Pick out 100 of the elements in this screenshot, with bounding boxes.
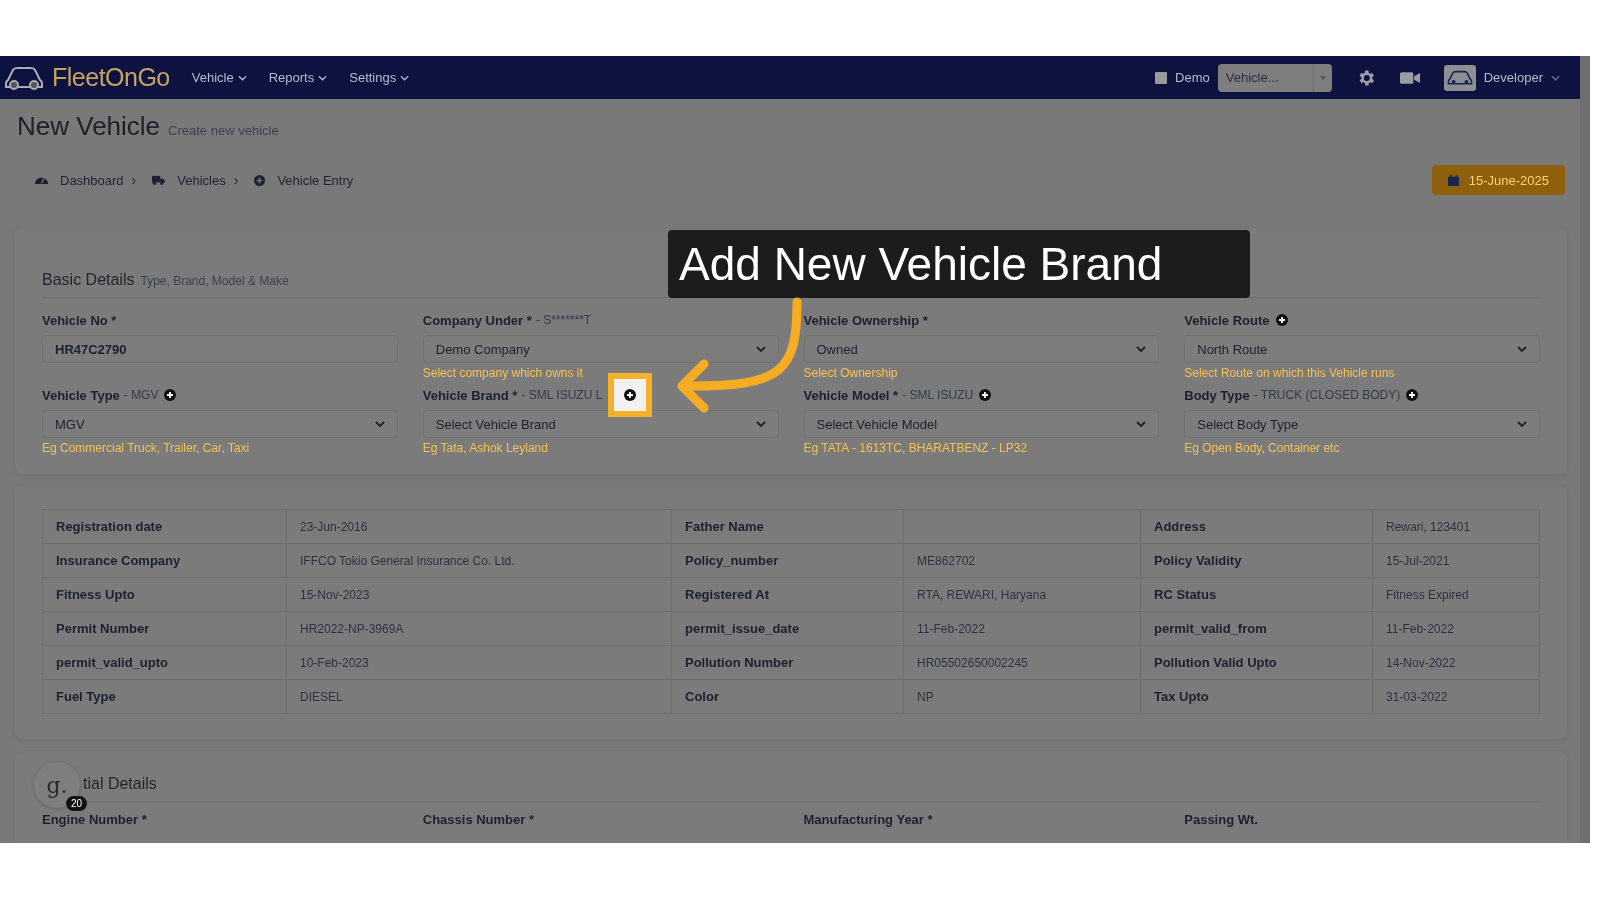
- field-hint: Select company which owns it: [422, 366, 583, 380]
- vehicle-number-input[interactable]: HR47C2790: [42, 335, 398, 363]
- table-label-cell: permit_issue_date: [671, 611, 904, 646]
- breadcrumb-link[interactable]: Vehicle Entry: [277, 172, 354, 188]
- field-label: Passing Wt.: [1184, 812, 1259, 827]
- field-hint: Eg Tata, Ashok Leyland: [422, 441, 548, 455]
- add-icon[interactable]: [164, 389, 177, 401]
- breadcrumb-link[interactable]: Vehicles: [177, 172, 226, 188]
- table-label-cell: Permit Number: [42, 611, 287, 646]
- truck-icon: [152, 175, 166, 185]
- table-label-cell: permit_valid_from: [1140, 611, 1373, 646]
- tooltip-callout: Add New Vehicle Brand: [668, 230, 1250, 298]
- table-label-cell: Fuel Type: [42, 679, 287, 714]
- field-label: Vehicle Brand *: [422, 387, 518, 403]
- field-label: Vehicle Route: [1184, 312, 1270, 328]
- field-label: Vehicle No *: [42, 312, 117, 328]
- select-field[interactable]: Select Vehicle Brand: [422, 410, 779, 438]
- add-icon[interactable]: [979, 389, 992, 401]
- select-field[interactable]: MGV: [42, 410, 398, 438]
- table-label-cell: Pollution Valid Upto: [1140, 645, 1373, 680]
- field-note: - SML ISUZU L: [521, 388, 603, 402]
- add-icon[interactable]: [1406, 389, 1419, 401]
- chevron-down-icon[interactable]: [755, 421, 766, 427]
- table-value-cell: 11-Feb-2022: [903, 611, 1141, 646]
- chevron-down-icon[interactable]: [374, 421, 385, 427]
- page-title: New Vehicle: [17, 111, 161, 142]
- select-field[interactable]: North Route: [1184, 335, 1540, 363]
- gauge-icon: [35, 175, 48, 185]
- table-value-cell: NP: [903, 679, 1141, 714]
- field-hint: Select Route on which this Vehicle runs: [1184, 366, 1395, 380]
- user-menu[interactable]: Developer: [1483, 70, 1543, 85]
- vehicle-select[interactable]: Vehicle...: [1217, 63, 1332, 92]
- section-subtitle: Type, Brand, Model & Make: [140, 274, 289, 288]
- table-value-cell: ME862702: [903, 543, 1141, 578]
- breadcrumb-separator: ›: [233, 172, 239, 188]
- table-label-cell: Insurance Company: [42, 543, 287, 578]
- table-value-cell: 31-03-2022: [1372, 679, 1540, 714]
- table-value-cell: IFFCO Tokio General Insurance Co. Ltd.: [286, 543, 672, 578]
- section-title: tial Details: [83, 775, 157, 793]
- chevron-down-icon[interactable]: [755, 346, 766, 352]
- video-camera-icon[interactable]: [1399, 70, 1420, 85]
- plus-circle-icon: [254, 174, 266, 186]
- table-label-cell: Policy_number: [671, 543, 904, 578]
- table-label-cell: Color: [671, 679, 904, 714]
- date-button[interactable]: 15-June-2025: [1431, 165, 1565, 195]
- demo-checkbox[interactable]: [1155, 71, 1168, 84]
- field-hint: Eg Commercial Truck, Trailer, Car, Taxi: [42, 441, 250, 455]
- chevron-down-icon[interactable]: [400, 74, 410, 81]
- table-label-cell: Policy Validity: [1140, 543, 1373, 578]
- chevron-down-icon[interactable]: [1517, 346, 1527, 352]
- field-hint: Eg TATA - 1613TC, BHARATBENZ - LP32: [803, 441, 1028, 455]
- select-field[interactable]: Demo Company: [422, 335, 779, 363]
- table-label-cell: Tax Upto: [1140, 679, 1373, 714]
- chevron-down-icon[interactable]: [1517, 421, 1527, 427]
- table-value-cell: 23-Jun-2016: [286, 509, 672, 544]
- nav-menu-item[interactable]: Settings: [349, 70, 410, 85]
- table-value-cell: Rewari, 123401: [1372, 509, 1540, 544]
- table-label-cell: RC Status: [1140, 577, 1373, 612]
- table-value-cell: HR05502650002245: [903, 645, 1141, 680]
- breadcrumb-link[interactable]: Dashboard: [60, 172, 124, 188]
- table-value-cell: HR2022-NP-3969A: [286, 611, 672, 646]
- table-value-cell: 14-Nov-2022: [1372, 645, 1540, 680]
- field-note: - MGV: [123, 388, 159, 402]
- field-label: Manufacturing Year *: [803, 812, 934, 827]
- chevron-down-icon[interactable]: [1136, 421, 1147, 427]
- app-logo[interactable]: FleetOnGo: [52, 63, 170, 92]
- field-label: Body Type: [1184, 387, 1250, 403]
- breadcrumb-separator: ›: [131, 172, 137, 188]
- field-note: - TRUCK (CLOSED BODY): [1253, 388, 1401, 402]
- select-field[interactable]: Select Vehicle Model: [803, 410, 1160, 438]
- field-label: Engine Number *: [42, 812, 148, 827]
- table-label-cell: Registration date: [42, 509, 287, 544]
- add-icon[interactable]: [624, 389, 637, 401]
- table-value-cell: 11-Feb-2022: [1372, 611, 1540, 646]
- field-hint: Select Ownership: [803, 366, 898, 380]
- chevron-down-icon[interactable]: [1136, 346, 1147, 352]
- table-value-cell: 10-Feb-2023: [286, 645, 672, 680]
- table-value-cell: 15-Jul-2021: [1372, 543, 1540, 578]
- table-value-cell: Fitness Expired: [1372, 577, 1540, 612]
- select-field[interactable]: Owned: [803, 335, 1160, 363]
- chevron-down-icon[interactable]: [237, 74, 247, 81]
- field-label: Company Under *: [422, 312, 532, 328]
- add-icon[interactable]: [1275, 314, 1288, 326]
- field-hint: Eg Open Body, Container etc: [1184, 441, 1340, 455]
- table-label-cell: Address: [1140, 509, 1373, 544]
- user-avatar[interactable]: [1443, 64, 1476, 91]
- field-label: Vehicle Model *: [803, 387, 899, 403]
- table-value-cell: 15-Nov-2023: [286, 577, 672, 612]
- table-value-cell: RTA, REWARI, Haryana: [903, 577, 1141, 612]
- table-label-cell: Registered At: [671, 577, 904, 612]
- demo-label: Demo: [1175, 70, 1210, 85]
- table-label-cell: Fitness Upto: [42, 577, 287, 612]
- section-title: Basic Details: [42, 271, 135, 289]
- chevron-down-icon[interactable]: [318, 74, 328, 81]
- table-value-cell: DIESEL: [286, 679, 672, 714]
- field-label: Chassis Number *: [422, 812, 535, 827]
- calendar-icon: [1447, 174, 1459, 186]
- select-field[interactable]: Select Body Type: [1184, 410, 1540, 438]
- nav-menu-item[interactable]: Reports: [268, 70, 328, 85]
- nav-menu-item[interactable]: Vehicle: [191, 70, 247, 85]
